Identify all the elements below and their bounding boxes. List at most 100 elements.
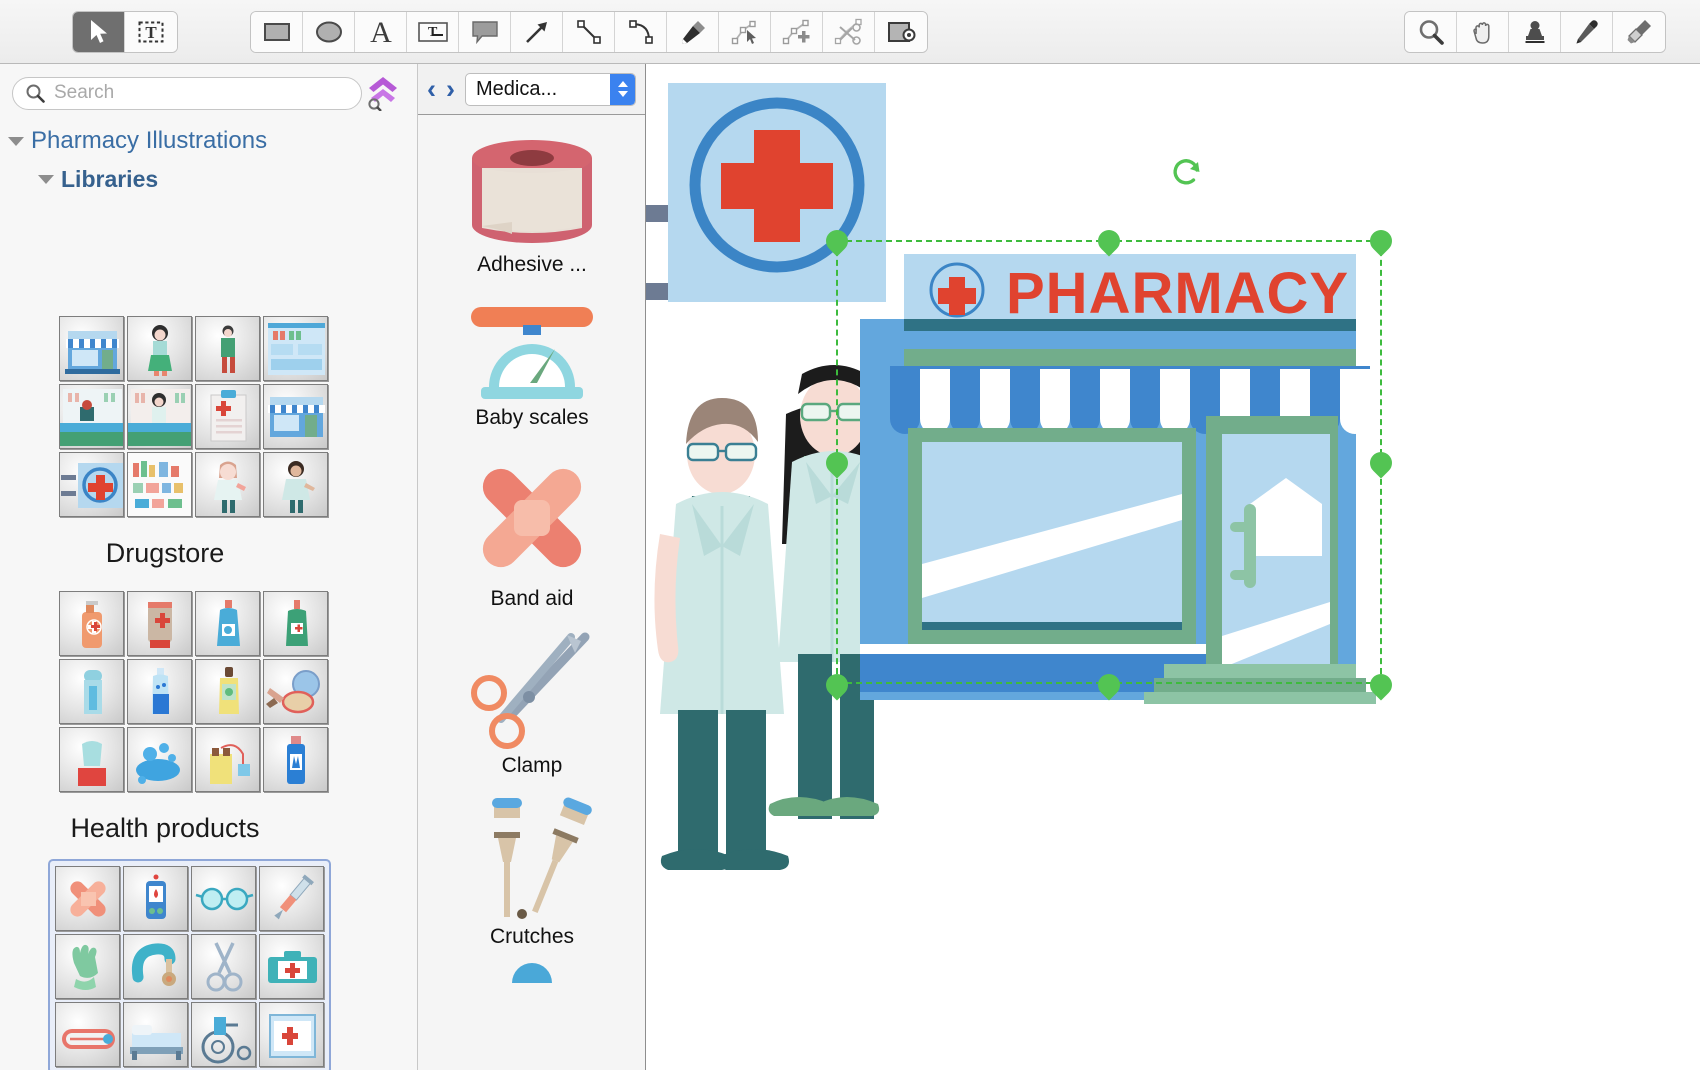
lib-thumb[interactable] [127, 452, 192, 517]
lib-thumb[interactable] [127, 659, 192, 724]
stencil-item-band-aid[interactable]: Band aid [418, 452, 645, 611]
stencil-item-next-partial[interactable] [418, 963, 645, 983]
stencil-panel: ‹ › Medica... [418, 64, 646, 1070]
library-thumb-grid[interactable] [52, 584, 335, 799]
library-group-health-products: Health products [0, 584, 418, 844]
stencil-item-label: Clamp [502, 754, 563, 778]
lib-thumb[interactable] [55, 866, 120, 931]
stencil-item-adhesive-tape[interactable]: Adhesive ... [418, 130, 645, 277]
toolbar-view-group [1404, 11, 1666, 53]
lib-thumb[interactable] [195, 659, 260, 724]
straight-connector-icon-button[interactable] [563, 12, 615, 52]
stencil-item-label: Baby scales [475, 406, 588, 430]
lib-thumb[interactable] [123, 934, 188, 999]
clamp-icon [467, 631, 597, 751]
library-thumb-grid-selected[interactable] [48, 859, 331, 1070]
lib-thumb[interactable] [191, 1002, 256, 1067]
paintbrush-icon-button[interactable] [1613, 12, 1665, 52]
lib-thumb[interactable] [59, 316, 124, 381]
lib-thumb[interactable] [259, 934, 324, 999]
stencil-item-baby-scales[interactable]: Baby scales [418, 303, 645, 430]
lib-thumb[interactable] [259, 1002, 324, 1067]
lib-thumb[interactable] [191, 866, 256, 931]
lib-thumb[interactable] [55, 934, 120, 999]
prev-library-button[interactable]: ‹ [427, 76, 436, 103]
arrow-line-icon-button[interactable] [511, 12, 563, 52]
next-library-button[interactable]: › [446, 76, 455, 103]
tree-item-label: Libraries [61, 166, 158, 193]
lib-thumb[interactable] [263, 727, 328, 792]
delete-point-icon-button[interactable] [823, 12, 875, 52]
zoom-icon-button[interactable] [1405, 12, 1457, 52]
lib-thumb[interactable] [191, 934, 256, 999]
lib-thumb[interactable] [195, 384, 260, 449]
stepper-icon[interactable] [610, 74, 635, 105]
lib-thumb[interactable] [123, 866, 188, 931]
lib-thumb[interactable] [127, 384, 192, 449]
svg-text:T: T [145, 23, 157, 42]
lib-thumb[interactable] [59, 384, 124, 449]
lib-thumb[interactable] [195, 316, 260, 381]
adhesive-tape-roll-icon [462, 130, 602, 250]
text-icon-button[interactable]: A [355, 12, 407, 52]
library-select-value: Medica... [476, 78, 557, 101]
lib-thumb[interactable] [127, 591, 192, 656]
curved-connector-icon-button[interactable] [615, 12, 667, 52]
arrow-pointer-icon-button[interactable] [73, 12, 125, 52]
pen-icon-button[interactable] [667, 12, 719, 52]
svg-text:A: A [370, 17, 392, 47]
lib-thumb[interactable] [259, 866, 324, 931]
lib-thumb[interactable] [263, 452, 328, 517]
eyedropper-icon-button[interactable] [1561, 12, 1613, 52]
lib-thumb[interactable] [59, 591, 124, 656]
stamp-icon-button[interactable] [1509, 12, 1561, 52]
search-icon [25, 83, 45, 103]
text-select-icon-button[interactable]: T [125, 12, 177, 52]
library-group-medical-items [0, 859, 418, 1070]
stencil-item-crutches[interactable]: Crutches [418, 792, 645, 949]
rectangle-icon-button[interactable] [251, 12, 303, 52]
lib-thumb[interactable] [195, 452, 260, 517]
chevron-down-icon[interactable] [8, 137, 24, 146]
library-title: Health products [0, 813, 330, 844]
lib-thumb[interactable] [195, 727, 260, 792]
search-row: Search [0, 64, 418, 122]
edit-points-icon-button[interactable] [719, 12, 771, 52]
library-title: Drugstore [0, 538, 330, 569]
lib-thumb[interactable] [263, 316, 328, 381]
lib-thumb[interactable] [127, 316, 192, 381]
lib-thumb[interactable] [263, 384, 328, 449]
lib-thumb[interactable] [127, 727, 192, 792]
left-sidebar: Search Pharmacy Illustrations Libraries [0, 64, 418, 1070]
add-point-icon-button[interactable] [771, 12, 823, 52]
rotate-icon[interactable] [1170, 154, 1206, 190]
drawing-canvas[interactable]: PHARMACY [646, 64, 1700, 1070]
ellipse-icon-button[interactable] [303, 12, 355, 52]
insert-picture-icon-button[interactable] [875, 12, 927, 52]
chevron-down-icon[interactable] [38, 175, 54, 184]
library-select[interactable]: Medica... [465, 73, 636, 106]
smart-search-icon[interactable] [362, 73, 406, 113]
stencil-item-clamp[interactable]: Clamp [418, 631, 645, 778]
lib-thumb[interactable] [59, 452, 124, 517]
hand-icon-button[interactable] [1457, 12, 1509, 52]
stencil-item-label: Crutches [490, 925, 574, 949]
library-thumb-grid[interactable] [52, 309, 335, 524]
callout-icon-button[interactable] [459, 12, 511, 52]
text-block-icon-button[interactable]: T [407, 12, 459, 52]
lib-thumb[interactable] [59, 727, 124, 792]
pharmacy-storefront-artwork[interactable]: PHARMACY [646, 64, 1700, 1070]
lib-thumb[interactable] [195, 591, 260, 656]
lib-thumb[interactable] [123, 1002, 188, 1067]
lib-thumb[interactable] [263, 659, 328, 724]
toolbar-shape-group: A T [250, 11, 928, 53]
search-input[interactable]: Search [12, 77, 362, 110]
tree-item-pharmacy-illustrations[interactable]: Pharmacy Illustrations [0, 122, 418, 160]
stencil-header: ‹ › Medica... [418, 64, 645, 115]
library-group-drugstore: Drugstore [0, 309, 418, 569]
tree-item-libraries[interactable]: Libraries [0, 160, 418, 198]
lib-thumb[interactable] [55, 1002, 120, 1067]
lib-thumb[interactable] [263, 591, 328, 656]
toolbar-select-group: T [72, 11, 178, 53]
lib-thumb[interactable] [59, 659, 124, 724]
